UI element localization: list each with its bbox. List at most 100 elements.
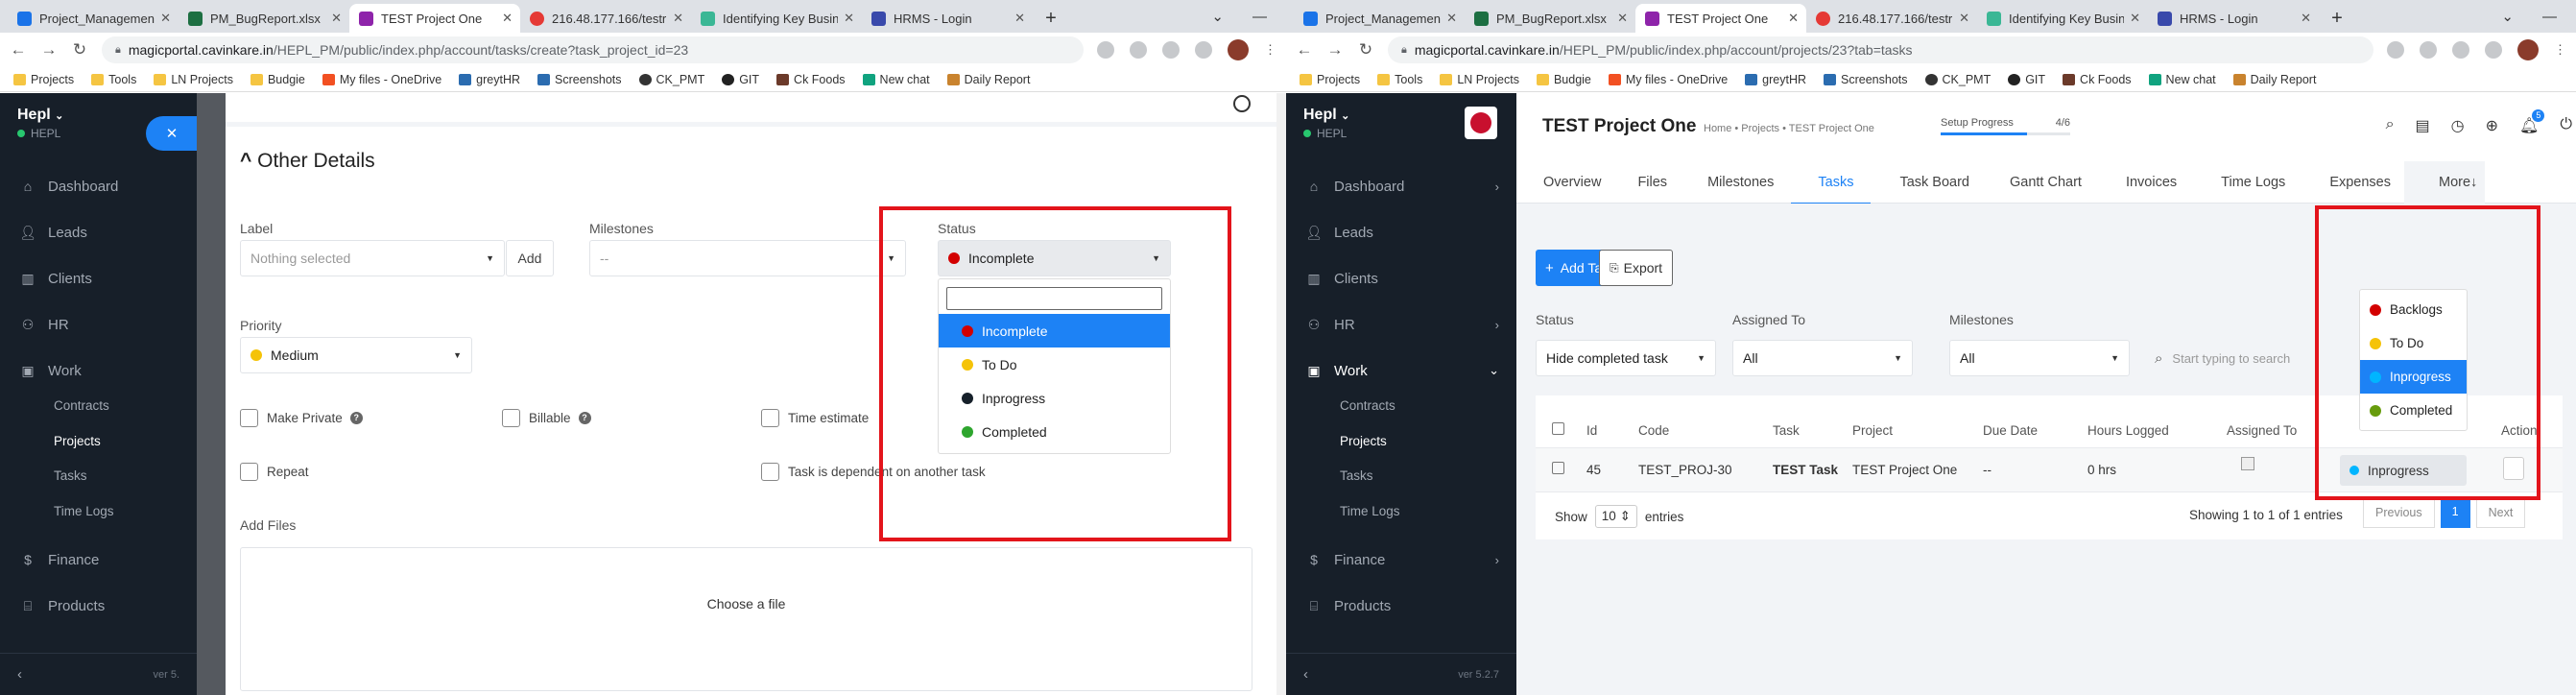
section-title[interactable]: ^ Other Details: [240, 150, 375, 173]
sidebar-item-work[interactable]: ▣ Work ⌄: [1286, 356, 1516, 385]
bookmark[interactable]: CK_PMT: [638, 73, 704, 86]
extension-icon[interactable]: [2387, 41, 2404, 59]
browser-tab[interactable]: 216.48.177.166/testru ✕: [520, 4, 691, 33]
search-icon[interactable]: ⌕: [2386, 116, 2395, 135]
sidebar-subitem-tasks[interactable]: Tasks: [1340, 468, 1373, 483]
bookmark[interactable]: Tools: [91, 73, 136, 86]
bookmark[interactable]: New chat: [2148, 73, 2216, 86]
tab-time-logs[interactable]: Time Logs: [2177, 161, 2285, 204]
minimize-icon[interactable]: —: [1252, 9, 1267, 25]
power-icon[interactable]: ⏻: [2560, 116, 2572, 135]
sidebar-item-products[interactable]: ⌸ Products: [1286, 591, 1516, 620]
repeat-checkbox[interactable]: Repeat: [240, 463, 309, 481]
column-header[interactable]: Project: [1852, 423, 1893, 438]
search-field[interactable]: ⌕ Start typing to search: [2155, 340, 2297, 376]
column-header[interactable]: Code: [1638, 423, 1669, 438]
url-bar[interactable]: 🔒︎ magicportal.cavinkare.in/HEPL_PM/publi…: [102, 36, 1084, 63]
sidebar-subitem-projects[interactable]: Projects: [54, 434, 101, 448]
scrollbar[interactable]: [1276, 93, 1286, 695]
page-1-button[interactable]: 1: [2440, 497, 2470, 528]
browser-tab[interactable]: Project_Management ✕: [8, 4, 179, 33]
column-header[interactable]: Task: [1773, 423, 1800, 438]
close-icon[interactable]: ✕: [1617, 11, 1628, 26]
minimize-icon[interactable]: —: [2542, 9, 2557, 25]
bookmark[interactable]: Projects: [13, 73, 74, 86]
add-label-button[interactable]: Add: [506, 240, 554, 276]
extension-icon[interactable]: [1130, 41, 1147, 59]
sidebar-item-products[interactable]: ⌸ Products: [0, 591, 197, 620]
menu-icon[interactable]: ⋮: [2554, 42, 2566, 58]
sidebar-item-leads[interactable]: 👤︎ Leads: [1286, 218, 1516, 247]
profile-avatar[interactable]: [2517, 39, 2539, 60]
tab-tasks[interactable]: Tasks: [1791, 161, 1872, 204]
bookmark[interactable]: CK_PMT: [1924, 73, 1991, 86]
puzzle-icon[interactable]: [2452, 41, 2469, 59]
make-private-checkbox[interactable]: Make Private?: [240, 409, 363, 427]
browser-tab[interactable]: Identifying Key Busine ✕: [1977, 4, 2148, 33]
billable-checkbox[interactable]: Billable?: [502, 409, 591, 427]
puzzle-icon[interactable]: [1162, 41, 1180, 59]
profile-avatar[interactable]: [1228, 39, 1249, 60]
sidebar-item-hr[interactable]: ⚇ HR ›: [1286, 310, 1516, 339]
sidebar-item-clients[interactable]: ▥ Clients: [0, 264, 197, 293]
tab-more[interactable]: More ↓: [2404, 161, 2486, 204]
tab-invoices[interactable]: Invoices: [2082, 161, 2177, 204]
bookmark[interactable]: Ck Foods: [2063, 73, 2132, 86]
sidebar-subitem-timelogs[interactable]: Time Logs: [54, 504, 114, 518]
bookmark[interactable]: Projects: [1300, 73, 1360, 86]
tab-search-icon[interactable]: ⌄: [1211, 8, 1224, 25]
close-icon[interactable]: ✕: [331, 11, 342, 26]
tab-expenses[interactable]: Expenses: [2285, 161, 2391, 204]
bookmark[interactable]: Tools: [1377, 73, 1422, 86]
browser-tab[interactable]: PM_BugReport.xlsx ✕: [1465, 4, 1635, 33]
reload-icon[interactable]: ↻: [71, 40, 88, 60]
bookmark[interactable]: Daily Report: [946, 73, 1030, 86]
sidebar-subitem-contracts[interactable]: Contracts: [54, 398, 109, 413]
tab-gantt-chart[interactable]: Gantt Chart: [1969, 161, 2082, 204]
close-icon[interactable]: ✕: [502, 11, 513, 26]
new-tab-button[interactable]: +: [2323, 4, 2351, 33]
sidebar-item-leads[interactable]: 👤︎ Leads: [0, 218, 197, 247]
export-button[interactable]: ⎘ Export: [1599, 250, 1674, 286]
assigned-filter-select[interactable]: All ▼: [1732, 340, 1913, 376]
bookmark[interactable]: New chat: [862, 73, 930, 86]
sidebar-item-work[interactable]: ▣ Work: [0, 356, 197, 385]
bell-icon[interactable]: 🔔︎ 5: [2519, 109, 2545, 135]
bookmark[interactable]: GIT: [722, 73, 759, 86]
bookmark[interactable]: My files - OneDrive: [1608, 73, 1728, 86]
extension-icon[interactable]: [1097, 41, 1114, 59]
tab-search-icon[interactable]: ⌄: [2501, 8, 2514, 25]
browser-tab[interactable]: Identifying Key Busine ✕: [691, 4, 862, 33]
browser-tab[interactable]: 216.48.177.166/testru ✕: [1806, 4, 1977, 33]
bookmark[interactable]: Screenshots: [1824, 73, 1908, 86]
bookmark[interactable]: Screenshots: [537, 73, 622, 86]
close-icon[interactable]: ✕: [673, 11, 683, 26]
select-all-checkbox[interactable]: [1552, 422, 1564, 435]
bookmark[interactable]: Daily Report: [2232, 73, 2316, 86]
tab-task-board[interactable]: Task Board: [1871, 161, 1969, 204]
sidebar-item-finance[interactable]: $ Finance ›: [1286, 545, 1516, 574]
bookmark[interactable]: LN Projects: [1440, 73, 1519, 86]
tab-overview[interactable]: Overview: [1516, 161, 1601, 204]
browser-tab[interactable]: HRMS - Login ✕: [862, 4, 1033, 33]
forward-icon[interactable]: →: [1326, 40, 1344, 60]
close-icon[interactable]: ✕: [1014, 11, 1025, 26]
back-icon[interactable]: ←: [1296, 40, 1313, 60]
reload-icon[interactable]: ↻: [1357, 40, 1374, 60]
cell-task-link[interactable]: TEST Task: [1773, 463, 1838, 477]
sidebar-subitem-tasks[interactable]: Tasks: [54, 468, 87, 483]
assignee-avatar[interactable]: [2241, 457, 2254, 470]
cell-project-link[interactable]: TEST Project One: [1852, 463, 1957, 477]
close-icon[interactable]: ✕: [2130, 11, 2140, 26]
forward-icon[interactable]: →: [40, 40, 58, 60]
tab-milestones[interactable]: Milestones: [1667, 161, 1774, 204]
plus-circle-icon[interactable]: ⊕: [2486, 116, 2498, 135]
browser-tab-active[interactable]: TEST Project One ✕: [349, 4, 520, 33]
url-bar[interactable]: 🔒︎ magicportal.cavinkare.in/HEPL_PM/publi…: [1388, 36, 2373, 63]
sidebar-item-dashboard[interactable]: ⌂ Dashboard: [0, 172, 197, 201]
page-size-select[interactable]: 10 ⇕: [1594, 505, 1637, 528]
next-page-button[interactable]: Next: [2475, 497, 2526, 528]
browser-tab[interactable]: PM_BugReport.xlsx ✕: [179, 4, 349, 33]
sidepanel-icon[interactable]: [1195, 41, 1212, 59]
sidepanel-icon[interactable]: [2485, 41, 2502, 59]
